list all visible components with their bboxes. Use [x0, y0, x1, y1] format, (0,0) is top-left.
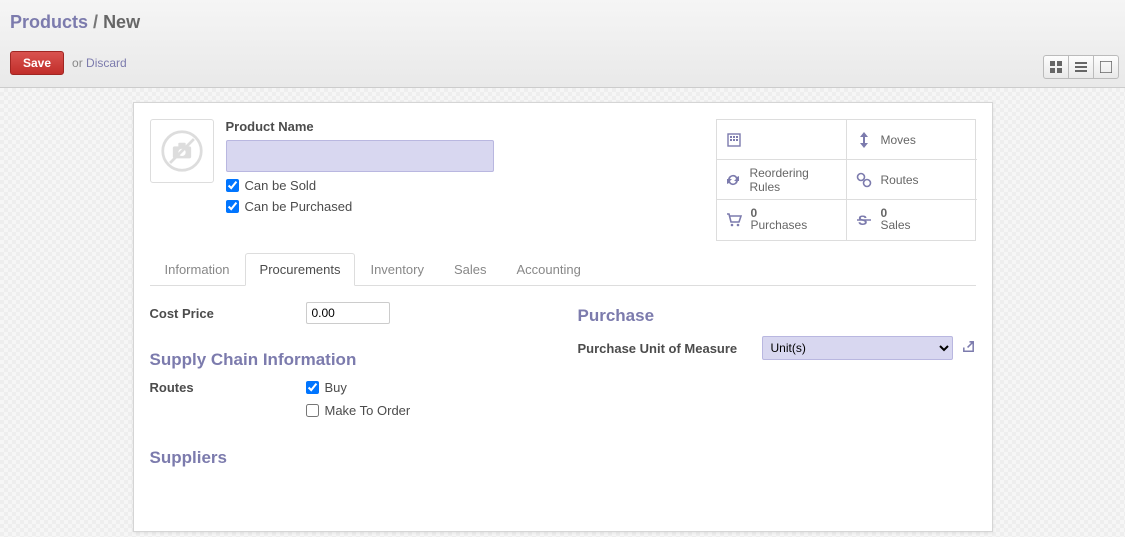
or-label: or [72, 56, 83, 70]
product-image-placeholder[interactable] [150, 119, 214, 183]
stat-sales-label: Sales [881, 219, 911, 232]
gears-icon [855, 172, 873, 188]
stat-purchases-label: Purchases [751, 219, 808, 232]
stat-routes[interactable]: Routes [847, 160, 977, 200]
arrows-vertical-icon [855, 132, 873, 148]
can-be-purchased-row[interactable]: Can be Purchased [226, 199, 494, 214]
stat-purchases[interactable]: 0 Purchases [717, 200, 847, 240]
route-buy-row[interactable]: Buy [306, 380, 411, 395]
breadcrumb-root[interactable]: Products [10, 12, 88, 32]
cart-icon [725, 213, 743, 227]
stat-moves-label: Moves [881, 133, 916, 147]
stat-moves[interactable]: Moves [847, 120, 977, 160]
external-link-icon[interactable] [961, 339, 976, 358]
can-be-sold-label: Can be Sold [245, 178, 317, 193]
tab-accounting[interactable]: Accounting [501, 253, 595, 286]
route-buy-checkbox[interactable] [306, 381, 319, 394]
can-be-sold-row[interactable]: Can be Sold [226, 178, 494, 193]
stat-reordering-label: Reordering Rules [749, 166, 837, 194]
route-buy-label: Buy [325, 380, 347, 395]
purchase-uom-label: Purchase Unit of Measure [578, 341, 754, 356]
breadcrumb-separator: / [93, 12, 98, 32]
product-name-label: Product Name [226, 119, 494, 134]
save-button[interactable]: Save [10, 51, 64, 75]
route-mto-checkbox[interactable] [306, 404, 319, 417]
discard-wrap: or Discard [72, 56, 127, 70]
tab-procurements[interactable]: Procurements [245, 253, 356, 286]
tab-bar: Information Procurements Inventory Sales… [150, 253, 976, 286]
discard-link[interactable]: Discard [86, 56, 127, 70]
view-kanban-button[interactable] [1043, 55, 1069, 79]
stat-empty[interactable] [717, 120, 847, 160]
route-mto-row[interactable]: Make To Order [306, 403, 411, 418]
camera-off-icon [160, 129, 204, 173]
view-switcher [1043, 55, 1119, 79]
header-toolbar: Products / New Save or Discard [0, 0, 1125, 88]
stat-routes-label: Routes [881, 173, 919, 187]
refresh-icon [725, 172, 742, 188]
tab-sales[interactable]: Sales [439, 253, 502, 286]
purchase-uom-select[interactable]: Unit(s) [762, 336, 953, 360]
stat-buttons: Moves Reordering Rules Routes [716, 119, 976, 241]
stat-sales[interactable]: S 0 Sales [847, 200, 977, 240]
cost-price-label: Cost Price [150, 306, 306, 321]
purchase-heading: Purchase [578, 306, 976, 326]
tab-inventory[interactable]: Inventory [355, 253, 438, 286]
cost-price-input[interactable] [306, 302, 390, 324]
can-be-purchased-label: Can be Purchased [245, 199, 353, 214]
form-sheet: Product Name Can be Sold Can be Purchase… [133, 102, 993, 532]
can-be-purchased-checkbox[interactable] [226, 200, 239, 213]
stat-reordering[interactable]: Reordering Rules [717, 160, 847, 200]
breadcrumb-current: New [103, 12, 140, 32]
tab-information[interactable]: Information [150, 253, 245, 286]
view-form-button[interactable] [1093, 55, 1119, 79]
suppliers-heading: Suppliers [150, 448, 548, 468]
building-icon [725, 132, 743, 148]
strikethrough-icon: S [855, 212, 873, 228]
routes-label: Routes [150, 380, 306, 422]
breadcrumb: Products / New [10, 8, 1115, 33]
product-name-input[interactable] [226, 140, 494, 172]
view-list-button[interactable] [1068, 55, 1094, 79]
can-be-sold-checkbox[interactable] [226, 179, 239, 192]
supply-chain-heading: Supply Chain Information [150, 350, 548, 370]
route-mto-label: Make To Order [325, 403, 411, 418]
